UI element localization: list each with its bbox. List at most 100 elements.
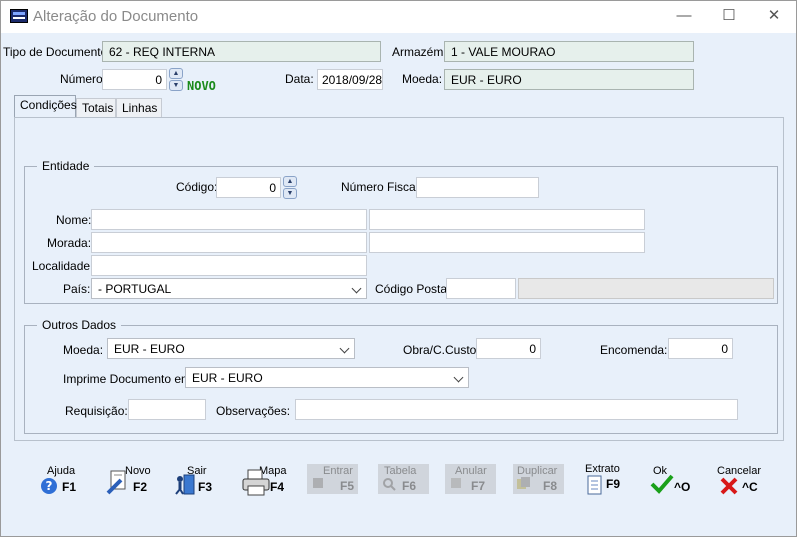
observacoes-label: Observações: <box>216 404 291 418</box>
novo-button[interactable]: Novo F2 <box>103 463 169 497</box>
anular-key: F7 <box>471 479 486 493</box>
imprime-select[interactable]: EUR - EURO <box>185 367 469 388</box>
codigo-postal-description <box>518 278 774 299</box>
codigo-spinner[interactable]: ▲ ▼ <box>283 176 297 200</box>
imprime-label: Imprime Documento em: <box>63 372 195 386</box>
observacoes-input[interactable] <box>295 399 738 420</box>
ajuda-label: Ajuda <box>47 465 76 477</box>
pais-label: País: <box>63 282 91 296</box>
outros-moeda-value: EUR - EURO <box>114 342 185 356</box>
requisicao-input[interactable] <box>128 399 206 420</box>
entrar-label: Entrar <box>323 465 353 477</box>
codigo-postal-label: Código Postal: <box>375 282 454 296</box>
codigo-input[interactable]: 0 <box>216 177 281 198</box>
pais-select[interactable]: - PORTUGAL <box>91 278 367 299</box>
nome-extra-input[interactable] <box>369 209 645 230</box>
morada-label: Morada: <box>47 236 92 250</box>
outros-moeda-select[interactable]: EUR - EURO <box>107 338 355 359</box>
localidade-input[interactable] <box>91 255 367 276</box>
chevron-down-icon <box>453 372 464 383</box>
nif-label: Número Fiscal: <box>341 180 422 194</box>
exit-icon <box>175 474 195 495</box>
localidade-label: Localidade: <box>32 259 94 273</box>
encomenda-input[interactable]: 0 <box>668 338 733 359</box>
extrato-label: Extrato <box>585 463 620 475</box>
duplicar-key: F8 <box>543 479 558 493</box>
tab-condicoes[interactable]: Condições <box>14 95 77 117</box>
armazem-label: Armazém: <box>392 45 447 59</box>
tipo-documento-field: 62 - REQ INTERNA <box>102 41 381 62</box>
novo-badge: NOVO <box>187 79 216 93</box>
app-icon <box>10 9 28 23</box>
window-title: Alteração do Documento <box>33 8 199 25</box>
numero-input[interactable]: 0 <box>102 69 167 90</box>
maximize-button[interactable]: ☐ <box>706 1 752 33</box>
moeda-header-label: Moeda: <box>402 72 443 86</box>
moeda-header-field: EUR - EURO <box>444 69 694 90</box>
ok-key: ^O <box>674 480 691 494</box>
ajuda-button[interactable]: Ajuda ? F1 <box>37 463 103 497</box>
spin-down-icon[interactable]: ▼ <box>283 188 297 199</box>
tab-totais[interactable]: Totais <box>76 98 116 117</box>
cross-icon <box>720 477 738 495</box>
tabela-button[interactable]: Tabela F6 <box>378 464 429 494</box>
mapa-key: F4 <box>270 480 285 494</box>
ok-button[interactable]: Ok ^O <box>647 463 713 497</box>
duplicate-icon <box>517 477 530 489</box>
statement-icon <box>587 475 602 495</box>
condicoes-panel: Entidade Código: 0 ▲ ▼ Número Fiscal: Nom… <box>14 117 784 441</box>
spin-up-icon[interactable]: ▲ <box>169 68 183 79</box>
help-icon: ? <box>41 478 57 494</box>
obra-input[interactable]: 0 <box>476 338 541 359</box>
armazem-field: 1 - VALE MOURAO <box>444 41 694 62</box>
entidade-group: Entidade Código: 0 ▲ ▼ Número Fiscal: Nom… <box>24 159 778 304</box>
spin-down-icon[interactable]: ▼ <box>169 80 183 91</box>
entidade-title: Entidade <box>37 159 95 173</box>
cancelar-button[interactable]: Cancelar ^C <box>715 463 781 497</box>
sair-button[interactable]: Sair F3 <box>171 463 237 497</box>
entrar-button[interactable]: Entrar F5 <box>307 464 358 494</box>
entrar-key: F5 <box>340 479 355 493</box>
svg-text:?: ? <box>46 479 53 493</box>
morada-input[interactable] <box>91 232 367 253</box>
tabela-key: F6 <box>402 479 417 493</box>
spin-up-icon[interactable]: ▲ <box>283 176 297 187</box>
outros-dados-title: Outros Dados <box>37 318 122 332</box>
novo-key: F2 <box>133 480 148 494</box>
nif-input[interactable] <box>416 177 539 198</box>
numero-label: Número: <box>60 72 107 86</box>
duplicar-button[interactable]: Duplicar F8 <box>513 464 564 494</box>
new-document-icon <box>106 470 126 495</box>
codigo-label: Código: <box>176 180 218 194</box>
tipo-label: Tipo de Documento: <box>3 45 111 59</box>
data-input[interactable]: 2018/09/28 <box>317 69 383 90</box>
enter-icon <box>313 478 323 488</box>
anular-button[interactable]: Anular F7 <box>445 464 496 494</box>
nome-label: Nome: <box>56 213 92 227</box>
sair-key: F3 <box>198 480 213 494</box>
extrato-button[interactable]: Extrato F9 <box>581 463 647 497</box>
codigo-postal-input[interactable] <box>446 278 516 299</box>
data-label: Data: <box>285 72 314 86</box>
document-window: Alteração do Documento — ☐ ✕ Tipo de Doc… <box>0 0 797 537</box>
encomenda-label: Encomenda: <box>600 343 668 357</box>
printer-icon <box>242 469 270 496</box>
cancelar-key: ^C <box>742 480 758 494</box>
pais-value: - PORTUGAL <box>98 282 172 296</box>
mapa-button[interactable]: Mapa F4 <box>239 463 305 497</box>
tab-linhas[interactable]: Linhas <box>116 98 162 117</box>
table-search-icon <box>383 478 396 491</box>
numero-spinner[interactable]: ▲ ▼ <box>169 68 183 92</box>
requisicao-label: Requisição: <box>65 404 128 418</box>
ajuda-key: F1 <box>62 480 77 494</box>
outros-moeda-label: Moeda: <box>63 343 104 357</box>
title-bar: Alteração do Documento — ☐ ✕ <box>1 1 796 33</box>
cancel-document-icon <box>451 478 461 488</box>
minimize-button[interactable]: — <box>661 1 707 33</box>
morada-extra-input[interactable] <box>369 232 645 253</box>
check-icon <box>650 474 674 494</box>
close-button[interactable]: ✕ <box>751 1 797 33</box>
obra-label: Obra/C.Custo <box>403 343 477 357</box>
nome-input[interactable] <box>91 209 367 230</box>
imprime-value: EUR - EURO <box>192 371 263 385</box>
